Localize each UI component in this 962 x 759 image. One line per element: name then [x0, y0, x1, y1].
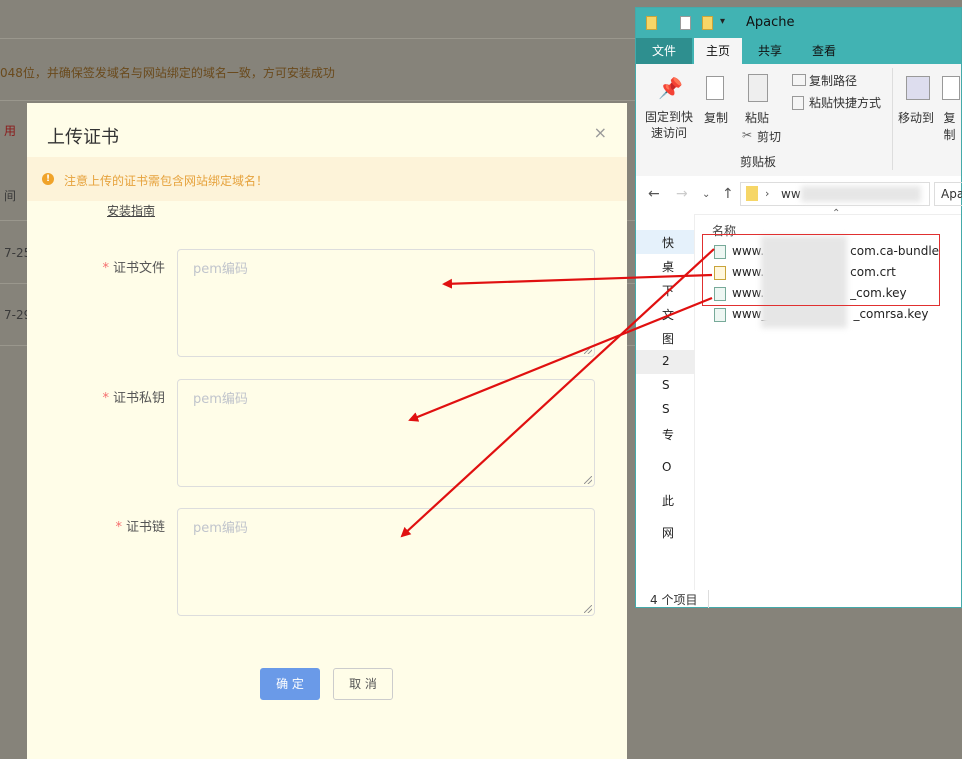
notice-text: 注意上传的证书需包含网站绑定域名！ — [64, 174, 269, 188]
warning-icon: ! — [42, 173, 54, 185]
copy-button[interactable]: 复制 — [700, 109, 732, 126]
folder-icon — [746, 186, 758, 201]
nav-item-onedrive[interactable]: ☁O — [662, 460, 694, 480]
nav-item-folder[interactable]: S — [662, 378, 694, 398]
background-label: 用 — [4, 124, 17, 138]
nav-item-documents[interactable]: 文 — [662, 306, 694, 326]
new-folder-icon[interactable] — [702, 16, 713, 30]
resize-handle-icon[interactable] — [584, 346, 592, 354]
nav-item-downloads[interactable]: ⬇下 — [662, 282, 694, 302]
address-path: ww — [781, 187, 801, 201]
textarea-placeholder: pem编码 — [193, 392, 248, 407]
ribbon-tabs: 文件 主页 共享 查看 — [636, 38, 961, 64]
nav-item-folder[interactable]: 专 — [662, 426, 694, 446]
resize-handle-icon[interactable] — [584, 476, 592, 484]
cut-button[interactable]: 剪切 — [757, 128, 781, 145]
forward-icon[interactable]: → — [676, 186, 688, 202]
address-input[interactable]: › ww — [740, 182, 930, 206]
textarea-placeholder: pem编码 — [193, 521, 248, 536]
divider — [0, 38, 660, 39]
copy-to-button[interactable]: 复制 — [938, 109, 961, 143]
paste-icon — [748, 74, 768, 102]
warning-notice: ! 注意上传的证书需包含网站绑定域名！ — [27, 157, 627, 201]
sort-arrow-icon: ⌃ — [832, 208, 841, 219]
properties-icon[interactable] — [680, 16, 691, 30]
move-to-button[interactable]: 移动到 — [898, 109, 934, 126]
textarea-placeholder: pem编码 — [193, 262, 248, 277]
copy-path-button[interactable]: 复制路径 — [809, 72, 857, 89]
confirm-button[interactable]: 确 定 — [260, 668, 320, 700]
tab-share[interactable]: 共享 — [758, 42, 782, 59]
up-icon[interactable]: ↑ — [722, 186, 734, 202]
copy-to-icon — [942, 76, 960, 100]
nav-item-quick-access[interactable]: ★快 — [662, 234, 694, 254]
background-notice: 048位，并确保签发域名与网站绑定的域名一致，方可安装成功 — [0, 66, 335, 80]
cert-chain-textarea[interactable]: pem编码 — [177, 508, 595, 616]
window-title: Apache — [746, 15, 795, 30]
tab-home[interactable]: 主页 — [694, 38, 742, 64]
copy-icon — [706, 76, 724, 100]
nav-item-folder[interactable]: 2 — [662, 354, 694, 374]
paste-shortcut-icon — [792, 96, 804, 110]
cert-chain-label: * 证书链 — [115, 520, 165, 535]
paste-button[interactable]: 粘贴 — [740, 109, 774, 126]
back-icon[interactable]: ← — [648, 186, 660, 202]
upload-certificate-dialog: 上传证书 × ! 注意上传的证书需包含网站绑定域名！ 安装指南 * 证书文件 pe… — [27, 103, 627, 759]
scissors-icon: ✂ — [742, 128, 753, 142]
chevron-down-icon[interactable]: ▾ — [720, 16, 725, 27]
paste-shortcut-button[interactable]: 粘贴快捷方式 — [809, 94, 881, 111]
install-guide-link[interactable]: 安装指南 — [107, 202, 155, 219]
close-icon[interactable]: × — [594, 123, 607, 142]
divider — [708, 590, 709, 608]
item-count: 4 个项目 — [650, 593, 698, 607]
private-key-label: * 证书私钥 — [102, 391, 165, 406]
redaction — [801, 186, 921, 202]
nav-item-desktop[interactable]: 桌 — [662, 258, 694, 278]
nav-item-pictures[interactable]: 图 — [662, 330, 694, 350]
tab-file[interactable]: 文件 — [636, 38, 692, 64]
copy-path-icon — [792, 74, 806, 86]
chevron-right-icon: › — [765, 187, 770, 200]
nav-item-network[interactable]: 网 — [662, 524, 694, 544]
cert-file-textarea[interactable]: pem编码 — [177, 249, 595, 357]
cert-file-label: * 证书文件 — [102, 261, 165, 276]
pin-icon: 📌 — [658, 76, 683, 100]
navigation-pane: ★快 桌 ⬇下 文 图 2 S S 专 ☁O 此 网 — [636, 214, 695, 590]
move-to-icon — [906, 76, 930, 100]
file-icon — [714, 307, 726, 322]
search-text: Apa — [941, 187, 962, 201]
highlight-box — [702, 234, 940, 306]
divider — [0, 100, 660, 101]
divider — [892, 68, 893, 170]
cancel-button[interactable]: 取 消 — [333, 668, 393, 700]
file-explorer-window: ▾ Apache 文件 主页 共享 查看 📌 固定到快 速访问 复制 粘贴 复制… — [635, 7, 962, 608]
nav-item-this-pc[interactable]: 此 — [662, 492, 694, 512]
dialog-title: 上传证书 — [47, 127, 119, 148]
title-bar: ▾ Apache — [636, 8, 961, 38]
tab-view[interactable]: 查看 — [812, 42, 836, 59]
nav-item-folder[interactable]: S — [662, 402, 694, 422]
chevron-down-icon[interactable]: ⌄ — [702, 189, 710, 200]
private-key-textarea[interactable]: pem编码 — [177, 379, 595, 487]
background-column-label: 间 — [4, 189, 17, 203]
clipboard-group-label: 剪贴板 — [740, 155, 777, 169]
address-bar: ← → ⌄ ↑ › ww Apa — [636, 176, 962, 215]
resize-handle-icon[interactable] — [584, 605, 592, 613]
ribbon: 📌 固定到快 速访问 复制 粘贴 复制路径 粘贴快捷方式 ✂ 剪切 剪贴板 移动… — [636, 64, 961, 177]
pin-quick-access-button[interactable]: 固定到快 速访问 — [642, 109, 696, 141]
status-bar: 4 个项目 — [636, 590, 961, 609]
folder-icon — [646, 16, 657, 30]
search-box[interactable]: Apa — [934, 182, 962, 206]
